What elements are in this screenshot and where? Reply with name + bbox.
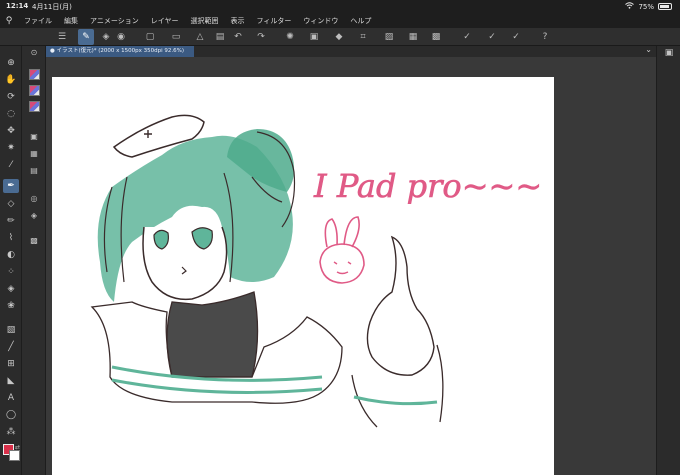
hand-icon[interactable]: ✋ <box>3 73 19 87</box>
clear-icon[interactable]: ▨ <box>381 29 397 45</box>
menu-window[interactable]: ウィンドウ <box>297 16 344 26</box>
app-logo-icon[interactable]: ⚲ <box>0 13 18 28</box>
blend-icon[interactable]: ◐ <box>3 248 19 262</box>
menu-edit[interactable]: 編集 <box>58 16 84 26</box>
menu-icon[interactable]: ☰ <box>54 29 70 45</box>
handwritten-text: I Pad pro~~~ <box>313 167 542 205</box>
ruler-icon[interactable]: ◣ <box>3 374 19 388</box>
layer-eye-icon[interactable]: ◉ <box>113 29 129 45</box>
menu-bar: ⚲ ファイル 編集 アニメーション レイヤー 選択範囲 表示 フィルター ウィン… <box>0 13 680 28</box>
status-bar: 12:14 4月11日(月) 75% <box>0 0 680 13</box>
menu-help[interactable]: ヘルプ <box>344 16 377 26</box>
menu-view[interactable]: 表示 <box>225 16 251 26</box>
sub-color-swatch[interactable] <box>9 450 20 461</box>
help-icon[interactable]: ? <box>537 29 553 45</box>
balloon-icon[interactable]: ◯ <box>3 408 19 422</box>
dark-shirt <box>166 291 259 378</box>
zoom-icon[interactable]: ⊕ <box>3 56 19 70</box>
line-icon[interactable]: ╱ <box>3 340 19 354</box>
loading-icon[interactable]: ✺ <box>282 29 298 45</box>
sub-tool-palette: ⊙ ▣ ▦ ▤ ◎ ◈ ▩ <box>22 46 46 475</box>
transform-icon[interactable]: ▦ <box>405 29 421 45</box>
check-icon[interactable]: ✓ <box>459 29 475 45</box>
sub-material-icon[interactable]: ▩ <box>27 234 41 247</box>
brush-swatch-icon <box>28 69 40 80</box>
open-icon[interactable]: ▭ <box>168 29 184 45</box>
menu-layer[interactable]: レイヤー <box>145 16 185 26</box>
menu-animation[interactable]: アニメーション <box>84 16 145 26</box>
wifi-icon <box>625 2 635 11</box>
magic-wand-icon[interactable]: ✷ <box>3 141 19 155</box>
sub-panel-icon[interactable]: ▤ <box>27 164 41 177</box>
frame-icon[interactable]: ⊞ <box>3 357 19 371</box>
sub-search-icon[interactable]: ⊙ <box>27 46 41 59</box>
sub-layers-icon[interactable]: ◈ <box>27 209 41 222</box>
redo-icon[interactable]: ↷ <box>253 29 269 45</box>
status-time: 12:14 <box>6 2 29 10</box>
sub-layer-icon[interactable]: ▣ <box>27 130 41 143</box>
export-icon[interactable]: ▤ <box>212 29 228 45</box>
lasso-icon[interactable]: ◌ <box>3 107 19 121</box>
swap-colors-icon[interactable]: ⇄ <box>15 444 20 451</box>
eraser-icon[interactable]: ◇ <box>3 197 19 211</box>
brush-swatch-icon <box>28 85 40 96</box>
sub-stack-icon[interactable]: ◎ <box>27 192 41 205</box>
pointing-hand <box>366 235 435 376</box>
select-icon[interactable]: ▩ <box>428 29 444 45</box>
chevron-down-icon[interactable]: ⌄ <box>645 45 652 54</box>
text-icon[interactable]: A <box>3 391 19 405</box>
fill-icon[interactable]: ◆ <box>331 29 347 45</box>
decoration-icon[interactable]: ❀ <box>3 299 19 313</box>
airbrush-icon[interactable]: ⁘ <box>3 265 19 279</box>
brush-check-icon[interactable]: ✓ <box>484 29 500 45</box>
battery-icon <box>658 3 672 10</box>
eyedropper-icon[interactable]: ⁄ <box>3 158 19 172</box>
canvas-tab[interactable]: ● イラスト(復元)* (2000 x 1500px 350dpi 92.6%) <box>46 46 194 57</box>
sub-tool-3[interactable] <box>27 100 41 113</box>
pen-tool-icon[interactable]: ✎ <box>78 29 94 45</box>
workspace: I Pad pro~~~ <box>46 57 656 475</box>
pencil-icon[interactable]: ✏ <box>3 214 19 228</box>
move-icon[interactable]: ✥ <box>3 124 19 138</box>
gradient-icon[interactable]: ▧ <box>3 323 19 337</box>
sub-tool-1[interactable] <box>27 68 41 81</box>
status-date: 4月11日(月) <box>32 3 72 11</box>
tool-palette: ⊕ ✋ ⟳ ◌ ✥ ✷ ⁄ ✒ ◇ ✏ ⌇ ◐ ⁘ ◈ ❀ ▧ ╱ ⊞ ◣ A … <box>0 46 22 475</box>
right-panel-strip: ▣ <box>656 46 680 475</box>
menu-selection[interactable]: 選択範囲 <box>185 16 225 26</box>
ruler-check-icon[interactable]: ✓ <box>508 29 524 45</box>
sub-tool-2[interactable] <box>27 84 41 97</box>
crop-icon[interactable]: ⌗ <box>355 29 371 45</box>
drawing-canvas[interactable]: I Pad pro~~~ <box>52 77 554 475</box>
drawing-illustration: I Pad pro~~~ <box>90 114 542 428</box>
new-icon[interactable]: ▢ <box>142 29 158 45</box>
save-icon[interactable]: △ <box>192 29 208 45</box>
brush-icon[interactable]: ⌇ <box>3 231 19 245</box>
command-bar: ☰ ✎ ◈ ◉ ▢ ▭ △ ▤ ↶ ↷ ✺ ▣ ◆ ⌗ ▨ ▦ ▩ ✓ ✓ ✓ … <box>0 28 680 46</box>
canvas-tab-bar: ● イラスト(復元)* (2000 x 1500px 350dpi 92.6%)… <box>46 45 656 57</box>
pen-icon[interactable]: ✒ <box>3 179 19 193</box>
menu-filter[interactable]: フィルター <box>251 16 298 26</box>
battery-percent: 75% <box>638 2 654 11</box>
menu-file[interactable]: ファイル <box>18 16 58 26</box>
panel-toggle-icon[interactable]: ▣ <box>662 46 676 60</box>
undo-icon[interactable]: ↶ <box>230 29 246 45</box>
layer-icon[interactable]: ◈ <box>98 29 114 45</box>
status-right: 75% <box>625 2 672 11</box>
sub-grid-icon[interactable]: ▦ <box>27 147 41 160</box>
correction-icon[interactable]: ⁂ <box>3 425 19 439</box>
copy-icon[interactable]: ▣ <box>306 29 322 45</box>
rotate-icon[interactable]: ⟳ <box>3 90 19 104</box>
brush-swatch-icon <box>28 101 40 112</box>
fill-bucket-icon[interactable]: ◈ <box>3 282 19 296</box>
